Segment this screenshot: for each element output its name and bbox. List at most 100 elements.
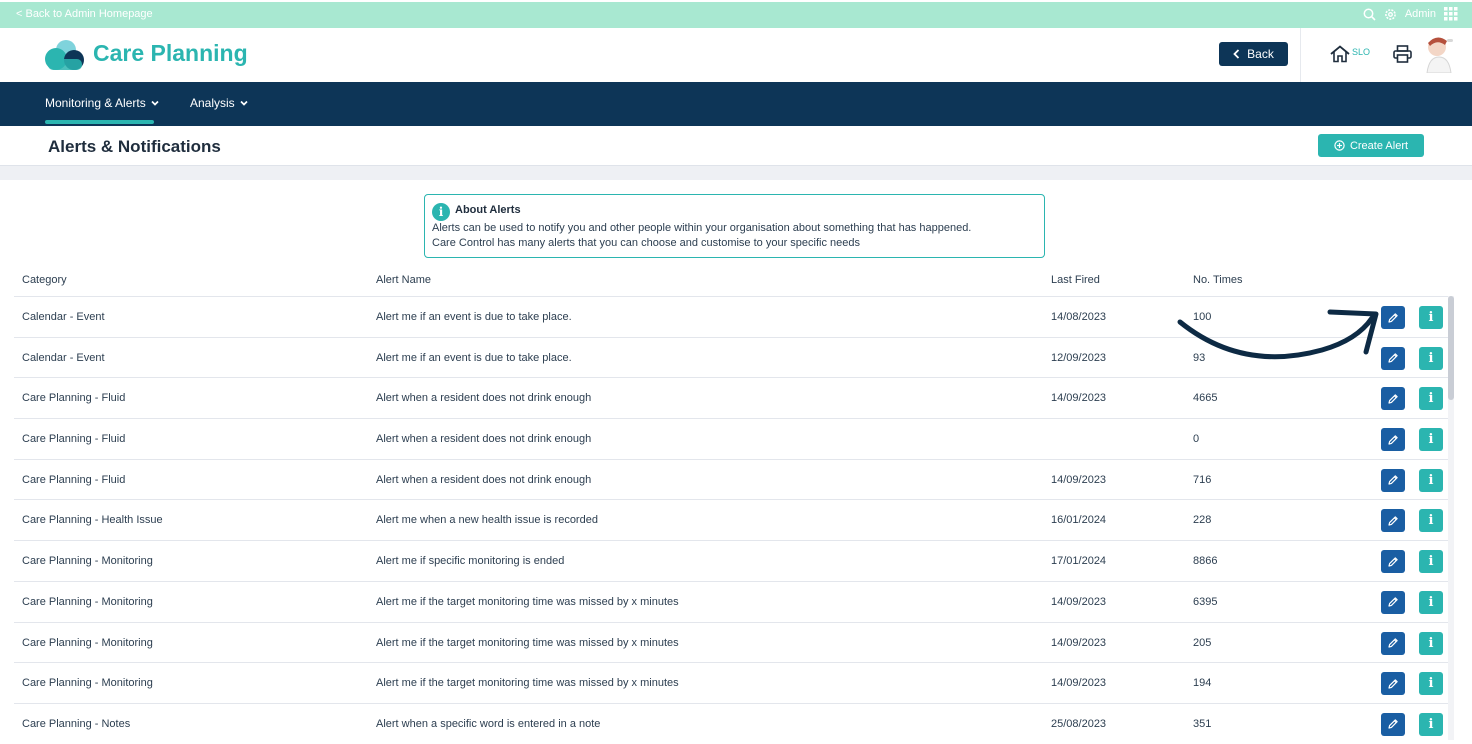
about-alerts-text: Care Control has many alerts that you ca… (432, 237, 861, 249)
cell-no-times: 351 (1193, 717, 1212, 730)
edit-alert-button[interactable] (1381, 428, 1405, 452)
page-title: Alerts & Notifications (48, 137, 221, 156)
edit-alert-button[interactable] (1381, 306, 1405, 329)
nav-item-label: Monitoring & Alerts (45, 96, 146, 110)
table-row: Care Planning - Fluid Alert when a reside… (14, 418, 1452, 459)
edit-alert-button[interactable] (1381, 712, 1405, 736)
cell-no-times: 6395 (1193, 595, 1218, 608)
info-icon: i (1428, 513, 1434, 529)
pencil-icon (1387, 678, 1399, 690)
alert-info-button[interactable]: i (1419, 712, 1443, 736)
column-header-category[interactable]: Category (22, 274, 67, 286)
cell-last-fired: 14/09/2023 (1051, 473, 1107, 486)
pencil-icon (1387, 352, 1399, 364)
alert-info-button[interactable]: i (1419, 550, 1443, 574)
edit-alert-button[interactable] (1381, 672, 1405, 696)
cell-category: Care Planning - Fluid (22, 433, 126, 446)
info-icon: i (1428, 391, 1434, 407)
info-icon: i (1428, 554, 1434, 570)
pencil-icon (1387, 312, 1399, 324)
print-icon[interactable] (1393, 45, 1412, 63)
nav-analysis[interactable]: Analysis (190, 96, 248, 110)
cell-category: Calendar - Event (22, 351, 105, 364)
table-scrollbar[interactable] (1448, 296, 1454, 740)
edit-alert-button[interactable] (1381, 509, 1405, 533)
alert-info-button[interactable]: i (1419, 672, 1443, 696)
column-header-alert-name[interactable]: Alert Name (376, 274, 431, 286)
table-row: Care Planning - Fluid Alert when a reside… (14, 377, 1452, 418)
pencil-icon (1387, 718, 1399, 730)
cell-no-times: 4665 (1193, 392, 1218, 405)
column-header-no-times[interactable]: No. Times (1193, 274, 1243, 286)
alert-info-button[interactable]: i (1419, 631, 1443, 655)
cell-last-fired: 14/08/2023 (1051, 311, 1107, 323)
back-to-admin-link[interactable]: < Back to Admin Homepage (16, 8, 153, 20)
table-row: Calendar - Event Alert me if an event is … (14, 336, 1452, 378)
cell-last-fired: 14/09/2023 (1051, 636, 1107, 649)
pencil-icon (1387, 556, 1399, 568)
cell-alert-name: Alert me if the target monitoring time w… (376, 636, 679, 649)
chevron-down-icon (151, 100, 159, 106)
alert-info-button[interactable]: i (1419, 468, 1443, 492)
alert-info-button[interactable]: i (1419, 428, 1443, 452)
chevron-left-icon (1233, 49, 1240, 59)
alert-info-button[interactable]: i (1419, 387, 1443, 411)
cell-last-fired: 12/09/2023 (1051, 351, 1107, 364)
cell-last-fired: 25/08/2023 (1051, 717, 1107, 730)
grid-icon[interactable] (1444, 7, 1458, 21)
info-icon: i (1428, 594, 1434, 610)
edit-alert-button[interactable] (1381, 468, 1405, 492)
info-icon: i (1428, 310, 1434, 325)
cell-no-times: 228 (1193, 514, 1212, 527)
main-nav: Monitoring & Alerts Analysis (0, 82, 1472, 126)
table-row: Care Planning - Monitoring Alert me if th… (14, 580, 1452, 622)
scrollbar-thumb[interactable] (1448, 296, 1454, 400)
edit-alert-button[interactable] (1381, 590, 1405, 614)
info-icon: i (1428, 472, 1434, 488)
create-alert-label: Create Alert (1349, 139, 1409, 152)
admin-label[interactable]: Admin (1405, 8, 1436, 20)
cell-category: Care Planning - Fluid (22, 473, 126, 486)
cell-alert-name: Alert me if specific monitoring is ended (376, 555, 565, 568)
back-button[interactable]: Back (1219, 42, 1288, 66)
cell-alert-name: Alert me if an event is due to take plac… (376, 311, 572, 323)
back-button-label: Back (1247, 47, 1274, 61)
alert-info-button[interactable]: i (1419, 306, 1443, 329)
search-icon[interactable] (1363, 8, 1376, 21)
alert-info-button[interactable]: i (1419, 346, 1443, 370)
pencil-icon (1387, 596, 1399, 608)
table-row: Care Planning - Notes Alert when a specif… (14, 702, 1452, 744)
cell-alert-name: Alert when a resident does not drink eno… (376, 433, 592, 446)
alert-info-button[interactable]: i (1419, 590, 1443, 614)
info-icon: i (1428, 635, 1434, 651)
edit-alert-button[interactable] (1381, 346, 1405, 370)
alert-info-button[interactable]: i (1419, 509, 1443, 533)
about-alerts-box: i About Alerts Alerts can be used to not… (424, 194, 1045, 258)
create-alert-button[interactable]: Create Alert (1318, 134, 1424, 157)
home-icon[interactable] (1330, 45, 1350, 63)
nav-monitoring-alerts[interactable]: Monitoring & Alerts (45, 96, 159, 110)
user-avatar[interactable] (1423, 35, 1455, 73)
cell-alert-name: Alert me if an event is due to take plac… (376, 351, 572, 364)
gear-icon[interactable] (1384, 8, 1397, 21)
cell-no-times: 716 (1193, 473, 1212, 486)
cell-last-fired: 14/09/2023 (1051, 392, 1107, 405)
cell-no-times: 205 (1193, 636, 1212, 649)
pencil-icon (1387, 637, 1399, 649)
pencil-icon (1387, 434, 1399, 446)
edit-alert-button[interactable] (1381, 550, 1405, 574)
cell-alert-name: Alert when a resident does not drink eno… (376, 392, 592, 405)
info-icon: i (1428, 676, 1434, 692)
edit-alert-button[interactable] (1381, 387, 1405, 411)
nav-item-label: Analysis (190, 96, 235, 110)
cell-alert-name: Alert when a specific word is entered in… (376, 717, 601, 730)
plus-circle-icon (1334, 140, 1345, 151)
site-code-label: SLO (1352, 47, 1371, 57)
header-divider (1300, 28, 1301, 82)
edit-alert-button[interactable] (1381, 631, 1405, 655)
cell-no-times: 194 (1193, 677, 1212, 690)
column-header-last-fired[interactable]: Last Fired (1051, 274, 1100, 286)
cell-category: Calendar - Event (22, 311, 105, 323)
about-alerts-text: Alerts can be used to notify you and oth… (432, 222, 972, 234)
page-header: Alerts & Notifications Create Alert (0, 126, 1472, 166)
